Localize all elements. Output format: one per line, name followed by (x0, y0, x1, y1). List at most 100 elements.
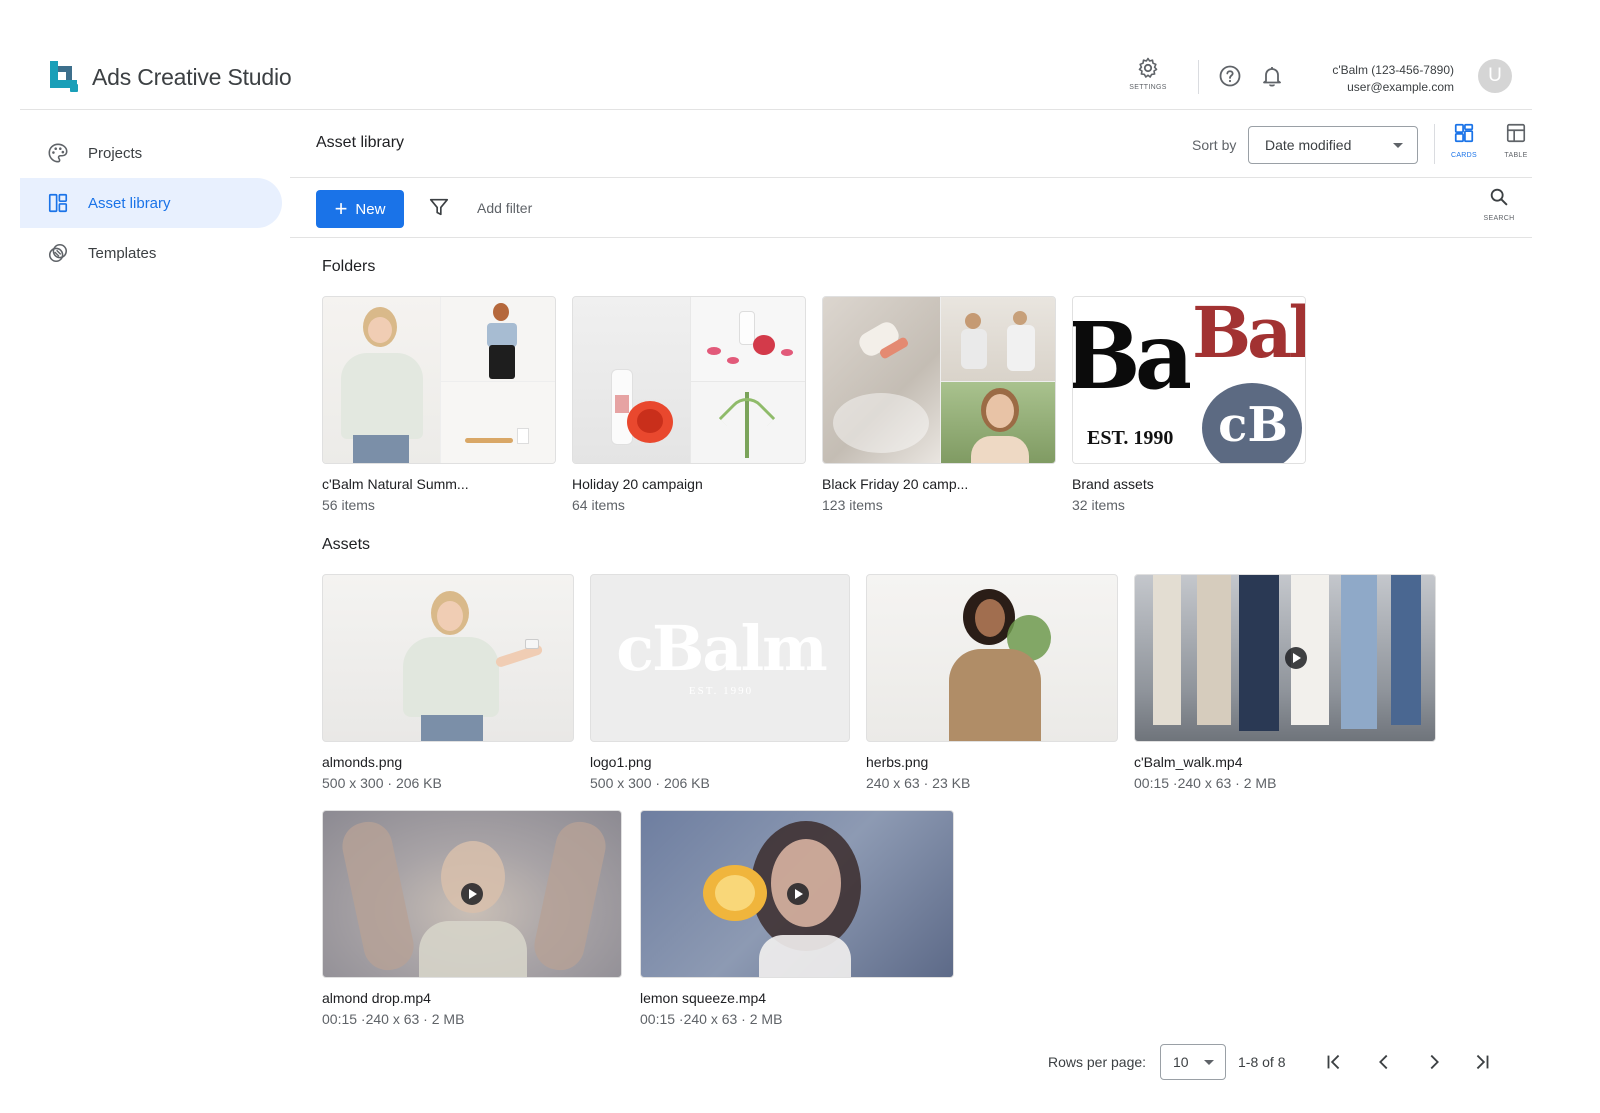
folder-count: 64 items (572, 497, 625, 513)
plus-icon: + (334, 196, 348, 221)
folder-count: 123 items (822, 497, 883, 513)
sidebar: Projects Asset library Templates (20, 128, 282, 278)
last-page-icon (1476, 1054, 1489, 1070)
first-page-icon (1327, 1054, 1340, 1070)
layers-icon (46, 241, 70, 265)
asset-thumbnail: cBalm EST. 1990 (590, 574, 850, 742)
logo-est-text: EST. 1990 (688, 685, 754, 697)
asset-thumbnail (866, 574, 1118, 742)
chevron-right-icon (1430, 1054, 1439, 1070)
cards-view-button[interactable]: CARDS (1444, 122, 1484, 159)
help-icon[interactable] (1218, 64, 1242, 88)
asset-card[interactable]: c'Balm_walk.mp4 00:15 ·240 x 63 · 2 MB (1134, 574, 1436, 791)
folder-name: c'Balm Natural Summ... (322, 476, 469, 492)
asset-card[interactable]: cBalm EST. 1990 logo1.png 500 x 300 · 20… (590, 574, 850, 791)
table-view-icon (1506, 123, 1526, 143)
account-name: c'Balm (123-456-7890) (1332, 63, 1454, 77)
brand-logo-text: Bal (1073, 302, 1190, 410)
folder-thumbnail: Bal Bal EST. 1990 cB (1072, 296, 1306, 464)
asset-name: herbs.png (866, 754, 929, 770)
asset-name: c'Balm_walk.mp4 (1134, 754, 1243, 770)
app-logo-icon (50, 61, 78, 92)
app-header: Ads Creative Studio SETTINGS c'Balm (123… (20, 46, 1532, 110)
sort-select[interactable]: Date modified (1248, 126, 1418, 164)
play-icon[interactable] (787, 883, 809, 905)
folder-name: Holiday 20 campaign (572, 476, 703, 492)
new-button-label: New (355, 200, 386, 218)
dashboard-icon (46, 191, 70, 215)
folder-card[interactable]: c'Balm Natural Summ... 56 items (322, 296, 556, 513)
new-button[interactable]: + New (316, 190, 404, 228)
sidebar-item-projects[interactable]: Projects (20, 128, 282, 178)
page-title: Asset library (316, 134, 405, 151)
brand-logo-red-text: Bal (1192, 297, 1306, 374)
pagination: Rows per page: 10 1-8 of 8 (1040, 1040, 1510, 1080)
sidebar-item-label: Asset library (88, 194, 171, 212)
asset-card[interactable]: herbs.png 240 x 63 · 23 KB (866, 574, 1118, 791)
asset-card[interactable]: almonds.png 500 x 300 · 206 KB (322, 574, 574, 791)
folder-thumbnail (572, 296, 806, 464)
table-view-button[interactable]: TABLE (1496, 122, 1536, 159)
sidebar-item-label: Projects (88, 144, 143, 162)
next-page-button[interactable] (1420, 1048, 1448, 1076)
asset-card[interactable]: lemon squeeze.mp4 00:15 ·240 x 63 · 2 MB (640, 810, 954, 1027)
dropdown-caret-icon (1393, 143, 1403, 148)
folder-card[interactable]: Bal Bal EST. 1990 cB Brand assets 32 ite… (1072, 296, 1306, 513)
folder-card[interactable]: Holiday 20 campaign 64 items (572, 296, 806, 513)
asset-meta: 00:15 ·240 x 63 · 2 MB (322, 1011, 465, 1027)
settings-caption: SETTINGS (1129, 84, 1167, 91)
sidebar-item-templates[interactable]: Templates (20, 228, 282, 278)
filter-toolbar: + New Add filter SEARCH (290, 178, 1532, 238)
account-info[interactable]: c'Balm (123-456-7890) user@example.com (1332, 62, 1454, 96)
search-button[interactable]: SEARCH (1476, 186, 1522, 222)
sidebar-item-asset-library[interactable]: Asset library (20, 178, 282, 228)
rows-per-page-value: 10 (1173, 1054, 1189, 1070)
app-title: Ads Creative Studio (92, 64, 292, 90)
avatar[interactable]: U (1478, 59, 1512, 93)
folder-name: Black Friday 20 camp... (822, 476, 969, 492)
cards-caption: CARDS (1450, 152, 1477, 159)
asset-meta: 00:15 ·240 x 63 · 2 MB (640, 1011, 783, 1027)
asset-meta: 500 x 300 · 206 KB (590, 775, 710, 791)
first-page-button[interactable] (1320, 1048, 1348, 1076)
asset-thumbnail (1134, 574, 1436, 742)
previous-page-button[interactable] (1370, 1048, 1398, 1076)
chevron-left-icon (1379, 1054, 1388, 1070)
asset-thumbnail (640, 810, 954, 978)
folder-name: Brand assets (1072, 476, 1154, 492)
rows-per-page-select[interactable]: 10 (1160, 1044, 1226, 1080)
folder-thumbnail (822, 296, 1056, 464)
folder-count: 56 items (322, 497, 375, 513)
brand-est-text: EST. 1990 (1087, 427, 1174, 449)
asset-thumbnail (322, 810, 622, 978)
account-email: user@example.com (1347, 80, 1454, 94)
asset-thumbnail (322, 574, 574, 742)
table-caption: TABLE (1504, 152, 1528, 159)
cards-view-icon (1454, 123, 1474, 143)
asset-name: almond drop.mp4 (322, 990, 431, 1006)
search-icon (1490, 188, 1508, 206)
notifications-bell-icon[interactable] (1260, 64, 1284, 88)
filter-icon[interactable] (428, 196, 450, 218)
gear-icon (1138, 57, 1158, 78)
page-range: 1-8 of 8 (1238, 1054, 1286, 1070)
sort-label: Sort by (1192, 137, 1237, 153)
asset-card[interactable]: almond drop.mp4 00:15 ·240 x 63 · 2 MB (322, 810, 622, 1027)
asset-meta: 500 x 300 · 206 KB (322, 775, 442, 791)
play-icon[interactable] (1285, 647, 1307, 669)
asset-name: lemon squeeze.mp4 (640, 990, 767, 1006)
asset-meta: 00:15 ·240 x 63 · 2 MB (1134, 775, 1277, 791)
folders-heading: Folders (322, 258, 376, 275)
add-filter-input[interactable]: Add filter (477, 200, 532, 216)
search-caption: SEARCH (1483, 215, 1515, 222)
brand-cb-monogram: cB (1218, 397, 1288, 453)
settings-button[interactable]: SETTINGS (1124, 56, 1172, 91)
folder-card[interactable]: Black Friday 20 camp... 123 items (822, 296, 1056, 513)
play-icon[interactable] (461, 883, 483, 905)
sort-value: Date modified (1265, 137, 1352, 153)
sidebar-item-label: Templates (88, 244, 157, 262)
dropdown-caret-icon (1204, 1060, 1214, 1065)
last-page-button[interactable] (1468, 1048, 1496, 1076)
palette-icon (46, 141, 70, 165)
assets-heading: Assets (322, 536, 371, 553)
